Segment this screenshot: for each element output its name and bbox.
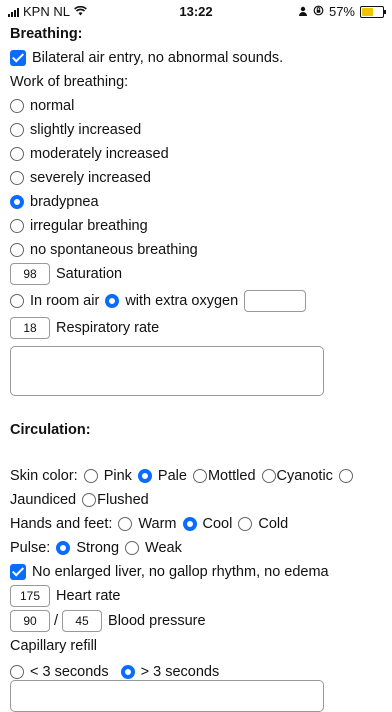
- pulse-weak-radio[interactable]: [125, 541, 140, 555]
- radio-button[interactable]: [10, 243, 24, 257]
- option-label: Pink: [103, 468, 132, 484]
- option-label: Warm: [138, 516, 177, 532]
- option-label: irregular breathing: [30, 218, 148, 234]
- saturation-row: 98 Saturation: [10, 262, 382, 286]
- hands-feet-row: Hands and feet: Warm Cool Cold: [10, 512, 382, 536]
- radio-button[interactable]: [10, 147, 24, 161]
- breathing-notes-textarea[interactable]: [10, 346, 324, 396]
- option-label: slightly increased: [30, 122, 142, 138]
- option-label: Mottled: [207, 468, 256, 484]
- skin-cyanotic-radio[interactable]: [261, 469, 276, 483]
- bp-diastolic-input[interactable]: 45: [62, 610, 103, 632]
- skin-color-row: Skin color: Pink Pale Mottled Cyanotic: [10, 464, 382, 488]
- extra-oxygen-radio[interactable]: [105, 294, 120, 308]
- oxygen-row: In room air with extra oxygen: [10, 286, 382, 316]
- person-icon: [298, 4, 308, 19]
- option-label: Cool: [202, 516, 233, 532]
- option-label: Weak: [145, 540, 182, 556]
- skin-jaundiced-radio[interactable]: [338, 469, 353, 483]
- radio-option-normal[interactable]: normal: [10, 94, 382, 118]
- option-label: Pale: [157, 468, 187, 484]
- work-of-breathing-label: Work of breathing:: [10, 74, 129, 90]
- skin-mottled-radio[interactable]: [192, 469, 207, 483]
- hands-cold-radio[interactable]: [238, 517, 253, 531]
- radio-button[interactable]: [10, 219, 24, 233]
- skin-pink-radio[interactable]: [83, 469, 98, 483]
- extra-oxygen-label: with extra oxygen: [125, 293, 239, 309]
- hands-feet-label: Hands and feet:: [10, 516, 113, 532]
- pulse-row: Pulse: Strong Weak: [10, 536, 382, 560]
- option-label: bradypnea: [30, 194, 99, 210]
- option-label: Cold: [258, 516, 289, 532]
- option-label: > 3 seconds: [140, 664, 220, 680]
- liver-checkbox[interactable]: [10, 564, 26, 580]
- heart-rate-label: Heart rate: [56, 588, 121, 604]
- air-entry-checkbox-row[interactable]: Bilateral air entry, no abnormal sounds.: [10, 46, 382, 70]
- heart-rate-row: 175 Heart rate: [10, 584, 382, 608]
- saturation-label: Saturation: [56, 266, 123, 282]
- saturation-input[interactable]: 98: [10, 263, 50, 285]
- circulation-notes-textarea[interactable]: [10, 680, 324, 712]
- respiratory-rate-row: 18 Respiratory rate: [10, 316, 382, 340]
- option-label: Strong: [76, 540, 120, 556]
- option-label: moderately increased: [30, 146, 169, 162]
- battery-percent: 57%: [328, 4, 355, 19]
- radio-button-selected[interactable]: [10, 195, 24, 209]
- air-entry-checkbox[interactable]: [10, 50, 26, 66]
- skin-color-label: Skin color:: [10, 468, 78, 484]
- radio-option-moderately-increased[interactable]: moderately increased: [10, 142, 382, 166]
- option-label: Cyanotic: [276, 468, 333, 484]
- hands-cool-radio[interactable]: [182, 517, 197, 531]
- liver-checkbox-row[interactable]: No enlarged liver, no gallop rhythm, no …: [10, 560, 382, 584]
- circulation-heading: Circulation:: [10, 422, 91, 438]
- liver-label: No enlarged liver, no gallop rhythm, no …: [32, 564, 329, 580]
- radio-option-bradypnea[interactable]: bradypnea: [10, 190, 382, 214]
- pulse-strong-radio[interactable]: [56, 541, 71, 555]
- skin-color-row-2: Jaundiced Flushed: [10, 488, 382, 512]
- form-content: Breathing: Bilateral air entry, no abnor…: [10, 22, 382, 686]
- respiratory-rate-input[interactable]: 18: [10, 317, 50, 339]
- bp-systolic-input[interactable]: 90: [10, 610, 50, 632]
- rotation-lock-icon: [313, 4, 324, 19]
- radio-option-irregular-breathing[interactable]: irregular breathing: [10, 214, 382, 238]
- radio-button[interactable]: [10, 99, 24, 113]
- capillary-refill-label: Capillary refill: [10, 638, 98, 654]
- blood-pressure-row: 90 / 45 Blood pressure: [10, 608, 382, 634]
- radio-button[interactable]: [10, 123, 24, 137]
- radio-option-no-spontaneous-breathing[interactable]: no spontaneous breathing: [10, 238, 382, 262]
- option-label: normal: [30, 98, 75, 114]
- skin-pale-radio[interactable]: [137, 469, 152, 483]
- air-entry-label: Bilateral air entry, no abnormal sounds.: [32, 50, 284, 66]
- heart-rate-input[interactable]: 175: [10, 585, 50, 607]
- radio-option-slightly-increased[interactable]: slightly increased: [10, 118, 382, 142]
- room-air-label: In room air: [30, 293, 100, 309]
- skin-flushed-radio[interactable]: [82, 493, 97, 507]
- room-air-radio[interactable]: [10, 294, 24, 308]
- option-label: Jaundiced: [10, 492, 77, 508]
- bp-separator: /: [54, 613, 59, 629]
- pulse-label: Pulse:: [10, 540, 51, 556]
- option-label: Flushed: [97, 492, 149, 508]
- oxygen-amount-input[interactable]: [244, 290, 307, 312]
- respiratory-rate-label: Respiratory rate: [56, 320, 160, 336]
- cap-more-radio[interactable]: [120, 665, 135, 679]
- status-bar: KPN NL 13:22 57%: [0, 0, 392, 22]
- radio-button[interactable]: [10, 171, 24, 185]
- option-label: < 3 seconds: [30, 664, 109, 680]
- option-label: no spontaneous breathing: [30, 242, 198, 258]
- option-label: severely increased: [30, 170, 151, 186]
- radio-option-severely-increased[interactable]: severely increased: [10, 166, 382, 190]
- blood-pressure-label: Blood pressure: [108, 613, 206, 629]
- cap-less-radio[interactable]: [10, 665, 24, 679]
- breathing-heading: Breathing:: [10, 26, 83, 42]
- hands-warm-radio[interactable]: [118, 517, 133, 531]
- battery-icon: [360, 5, 386, 18]
